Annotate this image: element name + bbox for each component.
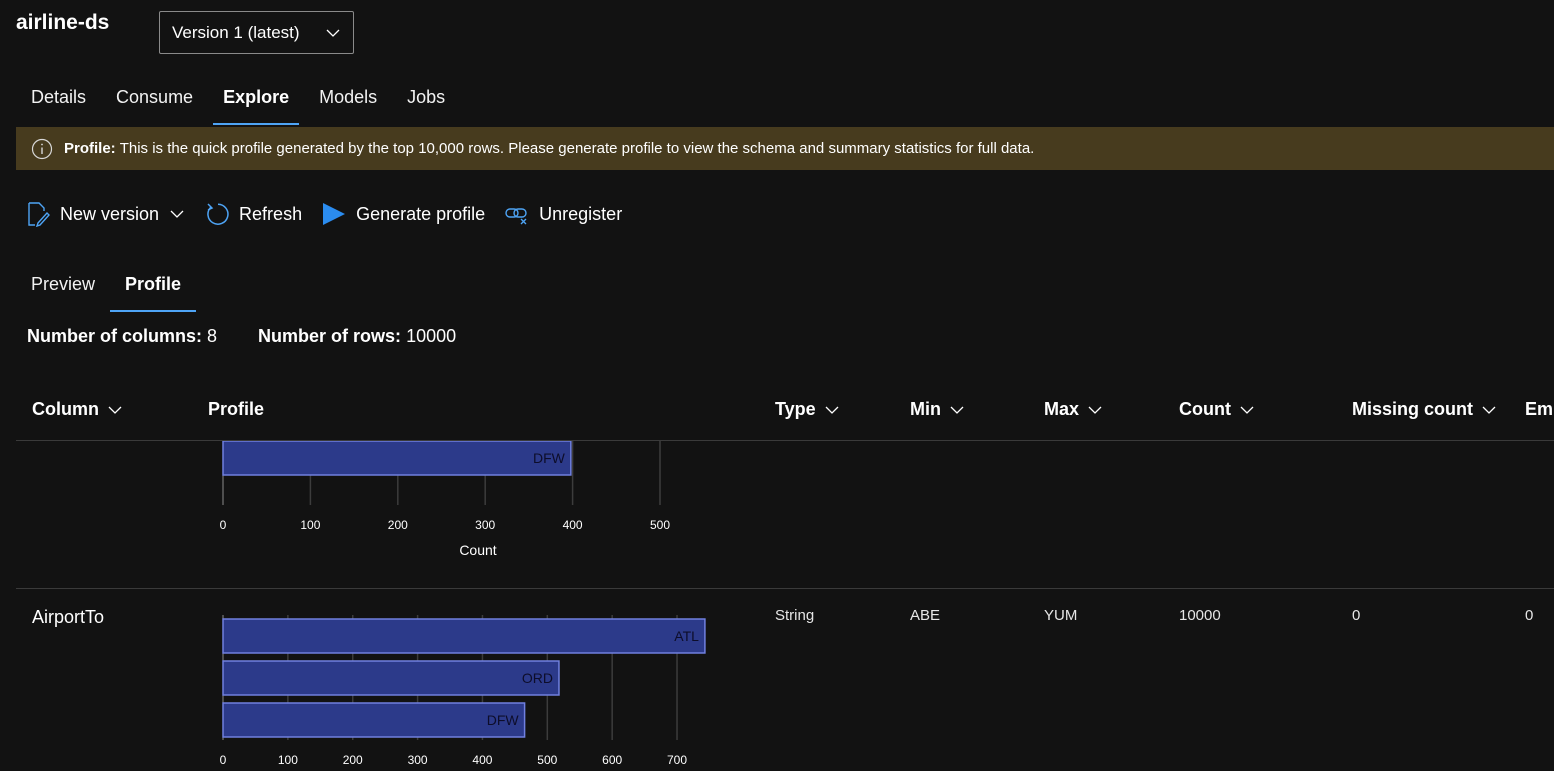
tab-consume[interactable]: Consume [101,84,208,128]
x-axis-label: Count [459,542,496,558]
banner-message: This is the quick profile generated by t… [119,140,1035,157]
sub-tabs: Preview Profile [16,270,197,314]
x-tick-label: 100 [278,753,298,767]
unregister-button[interactable]: Unregister [505,201,622,227]
tab-profile[interactable]: Profile [110,270,197,314]
table-header: Column Profile Type Min Max Count Missin… [16,390,1554,441]
rows-label: Number of rows: [258,326,402,346]
x-tick-label: 400 [472,753,492,767]
unlink-icon [505,208,527,225]
x-tick-label: 300 [408,753,428,767]
column-header-max[interactable]: Max [1044,399,1103,420]
bar-label: DFW [487,712,520,728]
x-tick-label: 600 [602,753,622,767]
max-header-label: Max [1044,399,1080,419]
column-header-type[interactable]: Type [775,399,840,420]
table-row: AirportTo 0 100 200 300 400 500 600 700 ATL ORD DF… [16,590,1554,771]
cell-type: String [775,607,815,624]
chevron-down-icon [825,406,839,414]
bar-label: ATL [674,628,699,644]
columns-label: Number of columns: [27,326,203,346]
x-tick-label: 200 [388,518,408,532]
table-row: 0 100 200 300 400 500 ORD DFW Count [16,441,1554,589]
x-tick-label: 300 [475,518,495,532]
x-tick-label: 200 [343,753,363,767]
unregister-label: Unregister [539,203,623,224]
refresh-icon [207,203,229,225]
new-version-label: New version [60,203,160,224]
main-tabs: Details Consume Explore Models Jobs [16,84,460,128]
refresh-label: Refresh [239,203,303,224]
chevron-down-icon [326,29,340,37]
cell-missing-count: 0 [1352,607,1361,624]
tab-preview[interactable]: Preview [16,270,110,314]
type-header-label: Type [775,399,816,419]
profile-header-label: Profile [208,399,265,419]
x-tick-label: 0 [220,518,227,532]
generate-profile-button[interactable]: Generate profile [322,201,485,227]
rows-value: 10000 [406,326,457,346]
version-dropdown-value: Version 1 (latest) [172,22,300,42]
rows-stat: Number of rows: 10000 [258,326,456,347]
tab-models[interactable]: Models [304,84,392,128]
column-header-label: Column [32,399,99,419]
chevron-down-icon [1482,406,1496,414]
bar-label: DFW [533,450,566,466]
column-header-count[interactable]: Count [1179,399,1255,420]
bar [222,441,572,476]
chevron-down-icon [170,210,184,218]
columns-stat: Number of columns: 8 [27,326,217,347]
chevron-down-icon [1240,406,1254,414]
column-header-profile: Profile [208,399,264,420]
column-header-missing-count[interactable]: Missing count [1352,399,1497,420]
bar [222,660,560,696]
profile-bar-chart: 0 100 200 300 400 500ORDDFWCount [220,441,670,558]
cell-max: YUM [1044,607,1078,624]
tab-jobs[interactable]: Jobs [392,84,460,128]
play-icon [323,203,346,225]
x-tick-label: 700 [667,753,687,767]
banner-label: Profile: [64,140,116,157]
x-tick-label: 0 [220,753,227,767]
x-tick-label: 500 [650,518,670,532]
version-dropdown[interactable]: Version 1 (latest) [159,11,354,54]
chevron-down-icon [950,406,964,414]
column-header-column[interactable]: Column [32,399,123,420]
info-icon [31,138,53,159]
missing-header-label: Missing count [1352,399,1473,419]
tab-explore[interactable]: Explore [208,84,304,128]
bar [222,702,526,738]
page: airline-ds Version 1 (latest) Details Co… [0,0,1554,771]
toolbar: New version Refresh Generate profile Unr… [26,199,642,229]
count-header-label: Count [1179,399,1231,419]
edit-document-icon [28,202,50,227]
cell-empty-count: 0 [1525,607,1534,624]
bar [222,618,706,654]
x-tick-label: 500 [537,753,557,767]
new-version-button[interactable]: New version [26,201,185,227]
column-name: AirportTo [32,607,105,627]
cell-count: 10000 [1179,607,1221,624]
x-tick-label: 400 [563,518,583,532]
column-header-min[interactable]: Min [910,399,965,420]
dataset-stats: Number of columns: 8 Number of rows: 100… [27,326,497,347]
chevron-down-icon [1088,406,1102,414]
tab-details[interactable]: Details [16,84,101,128]
table-body: 0 100 200 300 400 500 ORD DFW Count AirportTo 0 1… [16,441,1554,771]
x-tick-label: 100 [300,518,320,532]
min-header-label: Min [910,399,941,419]
chevron-down-icon [108,406,122,414]
column-header-empty[interactable]: Emp [1525,399,1554,420]
refresh-button[interactable]: Refresh [205,201,302,227]
empty-header-label: Emp [1525,399,1554,419]
info-banner: Profile: This is the quick profile gener… [16,127,1554,170]
columns-value: 8 [207,326,218,346]
cell-min: ABE [910,607,941,624]
dataset-title: airline-ds [16,11,110,34]
bar-label: ORD [522,670,553,686]
generate-profile-label: Generate profile [356,203,486,224]
profile-bar-chart: 0 100 200 300 400 500 600 700 ATL ORD DFW [220,615,706,767]
